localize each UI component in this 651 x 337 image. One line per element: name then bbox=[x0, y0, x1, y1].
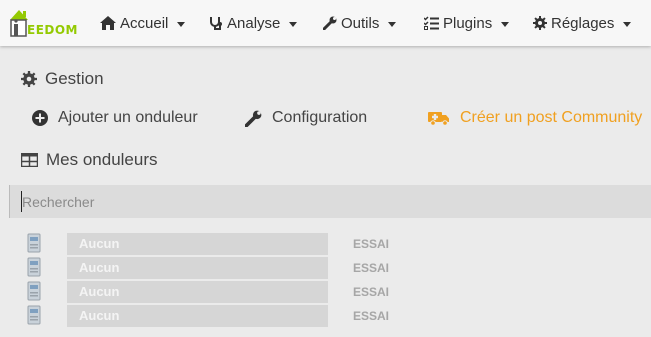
table-icon bbox=[21, 153, 38, 167]
gestion-heading: Gestion bbox=[21, 69, 104, 89]
nav-analyse[interactable]: Analyse bbox=[209, 13, 298, 33]
chevron-down-icon bbox=[289, 21, 298, 27]
section-title: Gestion bbox=[45, 69, 104, 88]
gear-icon bbox=[533, 16, 547, 30]
wrench-icon bbox=[245, 110, 262, 127]
logo-text: EEDOM bbox=[27, 23, 78, 37]
nav-label: Plugins bbox=[443, 14, 493, 32]
add-onduleur-button[interactable]: Ajouter un onduleur bbox=[32, 109, 198, 127]
chevron-down-icon bbox=[623, 21, 632, 27]
wrench-icon bbox=[323, 16, 337, 30]
home-icon bbox=[100, 16, 116, 30]
action-label: Créer un post Community bbox=[460, 109, 643, 126]
nav-plugins[interactable]: Plugins bbox=[424, 13, 510, 33]
chevron-down-icon bbox=[388, 21, 397, 27]
device-type: ESSAI bbox=[353, 285, 390, 299]
action-label: Configuration bbox=[272, 109, 368, 126]
mes-onduleurs-heading: Mes onduleurs bbox=[21, 150, 158, 170]
nav-label: Réglages bbox=[551, 14, 615, 32]
chevron-down-icon bbox=[501, 21, 510, 27]
nav-label: Analyse bbox=[227, 14, 281, 32]
device-type: ESSAI bbox=[353, 309, 390, 323]
text-cursor bbox=[21, 191, 22, 212]
onduleur-icon bbox=[27, 233, 41, 253]
jeedom-logo[interactable]: EEDOM bbox=[8, 4, 82, 38]
nav-outils[interactable]: Outils bbox=[323, 13, 397, 33]
device-name: Aucun bbox=[67, 281, 328, 303]
nav-accueil[interactable]: Accueil bbox=[100, 13, 186, 33]
configuration-button[interactable]: Configuration bbox=[245, 109, 367, 127]
search-input[interactable] bbox=[9, 185, 651, 218]
nav-label: Outils bbox=[341, 14, 380, 32]
device-name: Aucun bbox=[67, 305, 328, 327]
stethoscope-icon bbox=[210, 16, 222, 30]
chevron-down-icon bbox=[177, 21, 186, 27]
device-type: ESSAI bbox=[353, 237, 390, 251]
device-type: ESSAI bbox=[353, 261, 390, 275]
create-community-post-button[interactable]: Créer un post Community bbox=[428, 109, 642, 127]
nav-label: Accueil bbox=[120, 14, 169, 32]
nav-reglages[interactable]: Réglages bbox=[533, 13, 632, 33]
device-name: Aucun bbox=[67, 233, 328, 255]
gear-icon bbox=[21, 71, 37, 87]
onduleur-icon bbox=[27, 305, 41, 325]
ambulance-icon bbox=[428, 112, 449, 126]
onduleur-icon bbox=[27, 257, 41, 277]
action-label: Ajouter un onduleur bbox=[58, 109, 198, 126]
onduleur-icon bbox=[27, 281, 41, 301]
top-navbar: EEDOM Accueil Analyse Outils Plugins Rég… bbox=[0, 0, 651, 46]
plus-circle-icon bbox=[32, 110, 48, 126]
section-title: Mes onduleurs bbox=[46, 150, 158, 169]
device-name: Aucun bbox=[67, 257, 328, 279]
tasks-icon bbox=[424, 16, 439, 30]
